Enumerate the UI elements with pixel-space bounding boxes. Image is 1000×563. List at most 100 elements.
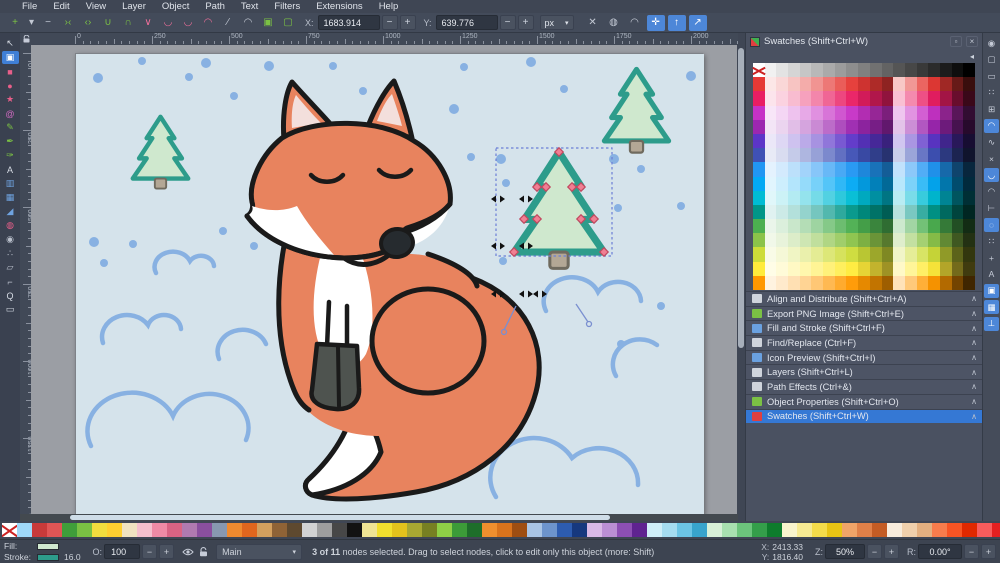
swatch-cell[interactable] (951, 190, 964, 205)
swatch-cell[interactable] (753, 219, 765, 234)
dropper-tool[interactable]: ◢ (2, 205, 19, 218)
palette-swatch[interactable] (47, 523, 62, 537)
swatch-cell[interactable] (834, 63, 847, 78)
palette-swatch[interactable] (572, 523, 587, 537)
swatch-cell[interactable] (869, 63, 882, 78)
fill-stroke-indicator[interactable]: Fill: Stroke: 16.0 (0, 541, 85, 562)
swatch-cell[interactable] (916, 261, 929, 276)
dock-row-fill[interactable]: Fill and Stroke (Shift+Ctrl+F) ∧ (746, 320, 983, 336)
swatch-cell[interactable] (834, 148, 847, 163)
palette-swatch[interactable] (62, 523, 77, 537)
swatch-cell[interactable] (846, 204, 859, 220)
menu-text[interactable]: Text (233, 1, 266, 12)
show-transform-handles-toggle[interactable]: ✛ (646, 14, 665, 31)
swatch-cell[interactable] (834, 105, 847, 120)
swatch-cell[interactable] (823, 190, 835, 205)
swatch-cell[interactable] (834, 91, 847, 106)
swatch-cell[interactable] (939, 91, 952, 106)
swatch-cell[interactable] (753, 190, 765, 205)
palette-swatch[interactable] (392, 523, 407, 537)
vertical-ruler[interactable]: 0250500750100012501500 (20, 45, 31, 514)
swatch-cell[interactable] (776, 105, 789, 120)
swatch-cell[interactable] (904, 63, 917, 78)
swatch-cell[interactable] (869, 176, 882, 191)
swatch-cell[interactable] (776, 275, 789, 290)
palette-swatch[interactable] (932, 523, 947, 537)
swatch-cell[interactable] (869, 91, 882, 106)
menu-object[interactable]: Object (154, 1, 197, 12)
snap-object-midpoints-toggle[interactable]: ◌ (984, 217, 999, 232)
swatch-cell[interactable] (753, 247, 765, 262)
smooth-node-button[interactable]: ◡ (159, 15, 177, 31)
swatch-cell[interactable] (823, 77, 835, 92)
palette-swatch[interactable] (947, 523, 962, 537)
swatch-cell[interactable] (963, 176, 975, 191)
swatch-cell[interactable] (928, 261, 940, 276)
swatch-cell[interactable] (904, 91, 917, 106)
swatch-cell[interactable] (904, 247, 917, 262)
swatch-cell[interactable] (916, 233, 929, 248)
swatch-cell[interactable] (869, 133, 882, 149)
palette-swatch[interactable] (92, 523, 107, 537)
swatch-cell[interactable] (764, 77, 777, 92)
swatch-cell[interactable] (753, 148, 765, 163)
swatch-cell[interactable] (846, 105, 859, 120)
swatch-cell[interactable] (951, 133, 964, 149)
swatch-cell[interactable] (904, 176, 917, 191)
palette-swatch[interactable] (482, 523, 497, 537)
palette-swatch[interactable] (422, 523, 437, 537)
swatches-panel-header[interactable]: Swatches (Shift+Ctrl+W) ▫ × (746, 33, 982, 50)
swatch-cell[interactable] (811, 247, 824, 262)
swatch-cell[interactable] (823, 275, 835, 290)
palette-swatch[interactable] (962, 523, 977, 537)
swatch-cell[interactable] (928, 148, 940, 163)
swatch-cell[interactable] (881, 190, 894, 205)
swatch-cell[interactable] (776, 77, 789, 92)
palette-swatch[interactable] (287, 523, 302, 537)
palette-swatch[interactable] (182, 523, 197, 537)
stroke-to-path-button[interactable]: ▢ (279, 15, 297, 31)
swatch-cell[interactable] (764, 233, 777, 248)
swatch-cell[interactable] (951, 233, 964, 248)
snap-grids-toggle[interactable]: ▦ (984, 300, 999, 314)
swatch-cell[interactable] (834, 233, 847, 248)
swatch-cell[interactable] (951, 91, 964, 106)
swatch-cell[interactable] (881, 219, 894, 234)
swatch-cell[interactable] (928, 105, 940, 120)
swatch-cell[interactable] (893, 275, 905, 290)
swatch-cell[interactable] (893, 190, 905, 205)
palette-swatch[interactable] (677, 523, 692, 537)
palette-swatch[interactable] (212, 523, 227, 537)
swatch-cell[interactable] (939, 105, 952, 120)
swatch-cell[interactable] (858, 133, 870, 149)
swatch-cell[interactable] (881, 77, 894, 92)
swatch-cell[interactable] (916, 105, 929, 120)
menu-filters[interactable]: Filters (266, 1, 308, 12)
panel-close-button[interactable]: × (966, 36, 978, 47)
palette-swatch[interactable] (842, 523, 857, 537)
palette-swatch[interactable] (452, 523, 467, 537)
swatch-cell[interactable] (881, 261, 894, 276)
snap-cusp-nodes-toggle[interactable]: ◡ (984, 168, 999, 182)
swatch-cell[interactable] (799, 233, 812, 248)
swatch-cell[interactable] (928, 77, 940, 92)
swatch-cell[interactable] (823, 162, 835, 177)
swatch-cell[interactable] (904, 190, 917, 205)
swatch-cell[interactable] (858, 247, 870, 262)
swatch-cell[interactable] (811, 119, 824, 134)
swatch-cell[interactable] (846, 119, 859, 134)
swatch-cell[interactable] (939, 162, 952, 177)
swatch-cell[interactable] (904, 133, 917, 149)
swatch-cell[interactable] (788, 119, 800, 134)
swatch-cell[interactable] (881, 91, 894, 106)
swatch-cell[interactable] (788, 233, 800, 248)
calligraphy-tool[interactable]: ✑ (2, 149, 19, 162)
swatch-cell[interactable] (939, 77, 952, 92)
swatch-cell[interactable] (753, 77, 765, 92)
swatch-cell[interactable] (811, 176, 824, 191)
swatch-cell[interactable] (916, 190, 929, 205)
zoom-decrement-button[interactable]: − (867, 544, 882, 559)
palette-swatch[interactable] (467, 523, 482, 537)
delete-node-button[interactable]: − (39, 15, 57, 31)
swatch-cell[interactable] (811, 275, 824, 290)
